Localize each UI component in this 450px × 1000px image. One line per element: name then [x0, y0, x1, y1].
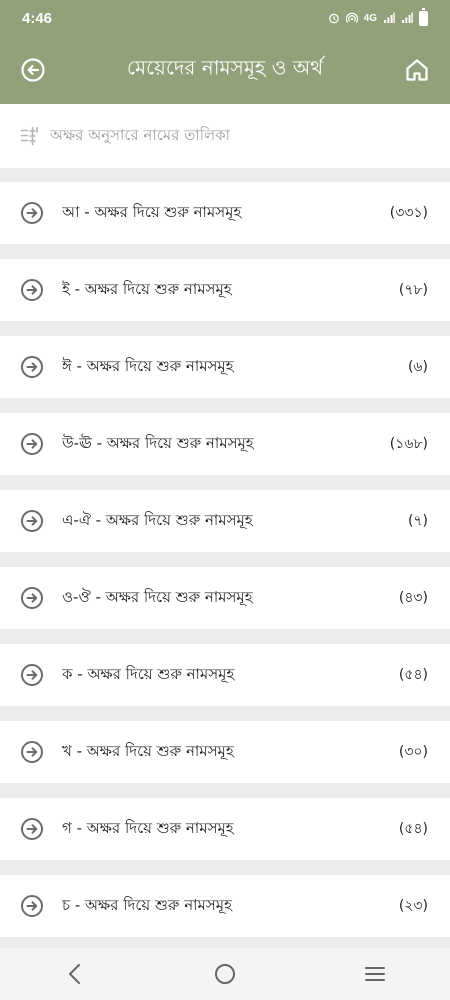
arrow-right-circle-icon	[21, 356, 43, 378]
list-item-count: (৬)	[407, 359, 428, 375]
back-circle-icon	[21, 58, 45, 82]
home-icon	[406, 59, 428, 81]
list-item-label: খ - অক্ষর দিয়ে শুরু নামসমূহ	[62, 741, 234, 760]
arrow-right-circle-icon	[21, 818, 43, 840]
list-item[interactable]: গ - অক্ষর দিয়ে শুরু নামসমূহ (৫৪)	[0, 798, 450, 860]
list-item-label: ই - অক্ষর দিয়ে শুরু নামসমূহ	[62, 279, 232, 298]
list-item-count: (৪৩)	[398, 590, 428, 606]
list-item[interactable]: উ-ঊ - অক্ষর দিয়ে শুরু নামসমূহ (১৬৮)	[0, 413, 450, 475]
list-item-label: উ-ঊ - অক্ষর দিয়ে শুরু নামসমূহ	[62, 433, 254, 452]
signal-icon	[384, 12, 395, 23]
network-type-label: 4G	[363, 12, 377, 24]
list-item[interactable]: চ - অক্ষর দিয়ে শুরু নামসমূহ (২৩)	[0, 875, 450, 937]
list-item-count: (৩৩১)	[389, 205, 428, 221]
list-item-count: (৩০)	[398, 744, 428, 760]
system-nav-bar	[0, 948, 450, 1000]
arrow-right-circle-icon	[21, 510, 43, 532]
list-item-count: (২৩)	[398, 898, 428, 914]
list-item-count: (৫৪)	[398, 821, 428, 837]
arrow-right-circle-icon	[21, 279, 43, 301]
back-button[interactable]	[11, 48, 55, 92]
list-item-count: (৫৪)	[398, 667, 428, 683]
battery-icon	[419, 7, 428, 26]
alarm-icon	[328, 13, 339, 24]
list-item-label: ও-ঔ - অক্ষর দিয়ে শুরু নামসমূহ	[62, 587, 253, 606]
status-bar: 4:46 4G	[0, 0, 450, 36]
section-header: অক্ষর অনুসারে নামের তালিকা	[0, 104, 450, 168]
list-item[interactable]: এ-ঐ - অক্ষর দিয়ে শুরু নামসমূহ (৭)	[0, 490, 450, 552]
screen: 4:46 4G মেয়েদের নামসমূহ ও অর্থ অক্ষর অন…	[0, 0, 450, 1000]
arrow-right-circle-icon	[21, 664, 43, 686]
page-title: মেয়েদের নামসমূহ ও অর্থ	[126, 55, 324, 80]
list-item-label: ক - অক্ষর দিয়ে শুরু নামসমূহ	[62, 664, 235, 683]
home-button[interactable]	[395, 48, 439, 92]
list-item-count: (৭৮)	[398, 282, 428, 298]
list-item[interactable]: আ - অক্ষর দিয়ে শুরু নামসমূহ (৩৩১)	[0, 182, 450, 244]
letter-list: আ - অক্ষর দিয়ে শুরু নামসমূহ (৩৩১) ই - অক্…	[0, 182, 450, 952]
status-icons: 4G	[328, 7, 428, 26]
arrow-right-circle-icon	[21, 895, 43, 917]
list-item-label: এ-ঐ - অক্ষর দিয়ে শুরু নামসমূহ	[62, 510, 253, 529]
list-item-count: (১৬৮)	[389, 436, 428, 452]
nav-home-button[interactable]	[195, 954, 255, 994]
signal-icon-2	[402, 12, 413, 23]
list-item-count: (৭)	[407, 513, 428, 529]
arrow-right-circle-icon	[21, 433, 43, 455]
list-item-label: আ - অক্ষর দিয়ে শুরু নামসমূহ	[62, 202, 242, 221]
list-item[interactable]: ও-ঔ - অক্ষর দিয়ে শুরু নামসমূহ (৪৩)	[0, 567, 450, 629]
list-item[interactable]: খ - অক্ষর দিয়ে শুরু নামসমূহ (৩০)	[0, 721, 450, 783]
sort-icon	[20, 126, 38, 146]
list-item-label: চ - অক্ষর দিয়ে শুরু নামসমূহ	[62, 895, 232, 914]
recents-menu-icon	[365, 967, 385, 981]
hotspot-icon	[345, 12, 358, 23]
status-time: 4:46	[22, 9, 53, 27]
list-item[interactable]: ঈ - অক্ষর দিয়ে শুরু নামসমূহ (৬)	[0, 336, 450, 398]
nav-recents-button[interactable]	[345, 954, 405, 994]
section-label: অক্ষর অনুসারে নামের তালিকা	[50, 125, 231, 144]
back-chevron-icon	[69, 964, 80, 984]
list-item-label: গ - অক্ষর দিয়ে শুরু নামসমূহ	[62, 818, 234, 837]
arrow-right-circle-icon	[21, 587, 43, 609]
list-item[interactable]: ই - অক্ষর দিয়ে শুরু নামসমূহ (৭৮)	[0, 259, 450, 321]
arrow-right-circle-icon	[21, 202, 43, 224]
list-item[interactable]: ক - অক্ষর দিয়ে শুরু নামসমূহ (৫৪)	[0, 644, 450, 706]
app-bar: মেয়েদের নামসমূহ ও অর্থ	[0, 36, 450, 104]
arrow-right-circle-icon	[21, 741, 43, 763]
nav-back-button[interactable]	[45, 954, 105, 994]
home-circle-icon	[215, 964, 235, 984]
list-item-label: ঈ - অক্ষর দিয়ে শুরু নামসমূহ	[62, 356, 234, 375]
